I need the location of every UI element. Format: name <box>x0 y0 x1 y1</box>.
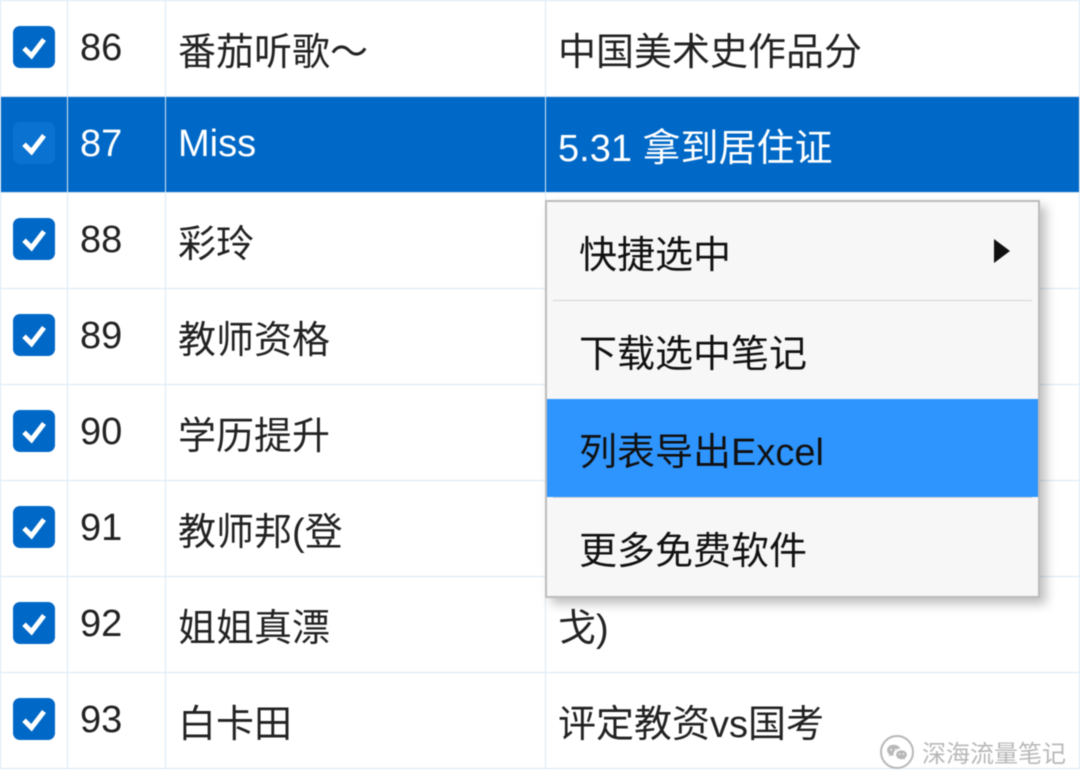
chevron-right-icon <box>994 239 1010 263</box>
cell-index: 93 <box>68 673 166 769</box>
checkmark-icon <box>13 314 55 356</box>
watermark: 深海流量笔记 <box>880 734 1066 769</box>
checkmark-icon <box>13 698 55 740</box>
menu-quick-select[interactable]: 快捷选中 <box>547 202 1038 300</box>
menu-label: 列表导出Excel <box>579 421 824 476</box>
menu-more-free[interactable]: 更多免费软件 <box>547 498 1038 596</box>
cell-name: Miss <box>166 97 546 193</box>
watermark-text: 深海流量笔记 <box>922 734 1066 769</box>
cell-desc: 5.31 拿到居住证 <box>546 97 1080 193</box>
menu-download-selected[interactable]: 下载选中笔记 <box>547 301 1038 399</box>
cell-name: 番茄听歌～ <box>166 1 546 97</box>
cell-index: 86 <box>68 1 166 97</box>
cell-checkbox[interactable] <box>1 97 68 193</box>
menu-label: 下载选中笔记 <box>579 323 807 378</box>
table-row[interactable]: 87Miss5.31 拿到居住证 <box>1 97 1080 193</box>
cell-checkbox[interactable] <box>1 193 68 289</box>
cell-checkbox[interactable] <box>1 1 68 97</box>
cell-index: 88 <box>68 193 166 289</box>
checkmark-icon <box>13 218 55 260</box>
context-menu: 快捷选中 下载选中笔记 列表导出Excel 更多免费软件 <box>545 200 1040 598</box>
cell-index: 92 <box>68 577 166 673</box>
menu-label: 更多免费软件 <box>579 520 807 575</box>
checkmark-icon <box>13 506 55 548</box>
cell-checkbox[interactable] <box>1 577 68 673</box>
cell-index: 91 <box>68 481 166 577</box>
checkmark-icon <box>13 410 55 452</box>
cell-name: 彩玲 <box>166 193 546 289</box>
cell-index: 90 <box>68 385 166 481</box>
table-row[interactable]: 86番茄听歌～中国美术史作品分 <box>1 1 1080 97</box>
cell-checkbox[interactable] <box>1 385 68 481</box>
cell-desc: 中国美术史作品分 <box>546 1 1080 97</box>
cell-name: 教师资格 <box>166 289 546 385</box>
menu-label: 快捷选中 <box>579 224 731 279</box>
checkmark-icon <box>13 122 55 164</box>
cell-checkbox[interactable] <box>1 481 68 577</box>
cell-name: 姐姐真漂 <box>166 577 546 673</box>
checkmark-icon <box>13 602 55 644</box>
wechat-icon <box>880 735 914 769</box>
cell-name: 学历提升 <box>166 385 546 481</box>
cell-checkbox[interactable] <box>1 673 68 769</box>
cell-checkbox[interactable] <box>1 289 68 385</box>
menu-export-excel[interactable]: 列表导出Excel <box>547 399 1038 497</box>
checkmark-icon <box>13 26 55 68</box>
cell-index: 89 <box>68 289 166 385</box>
cell-index: 87 <box>68 97 166 193</box>
cell-name: 白卡田 <box>166 673 546 769</box>
cell-name: 教师邦(登 <box>166 481 546 577</box>
